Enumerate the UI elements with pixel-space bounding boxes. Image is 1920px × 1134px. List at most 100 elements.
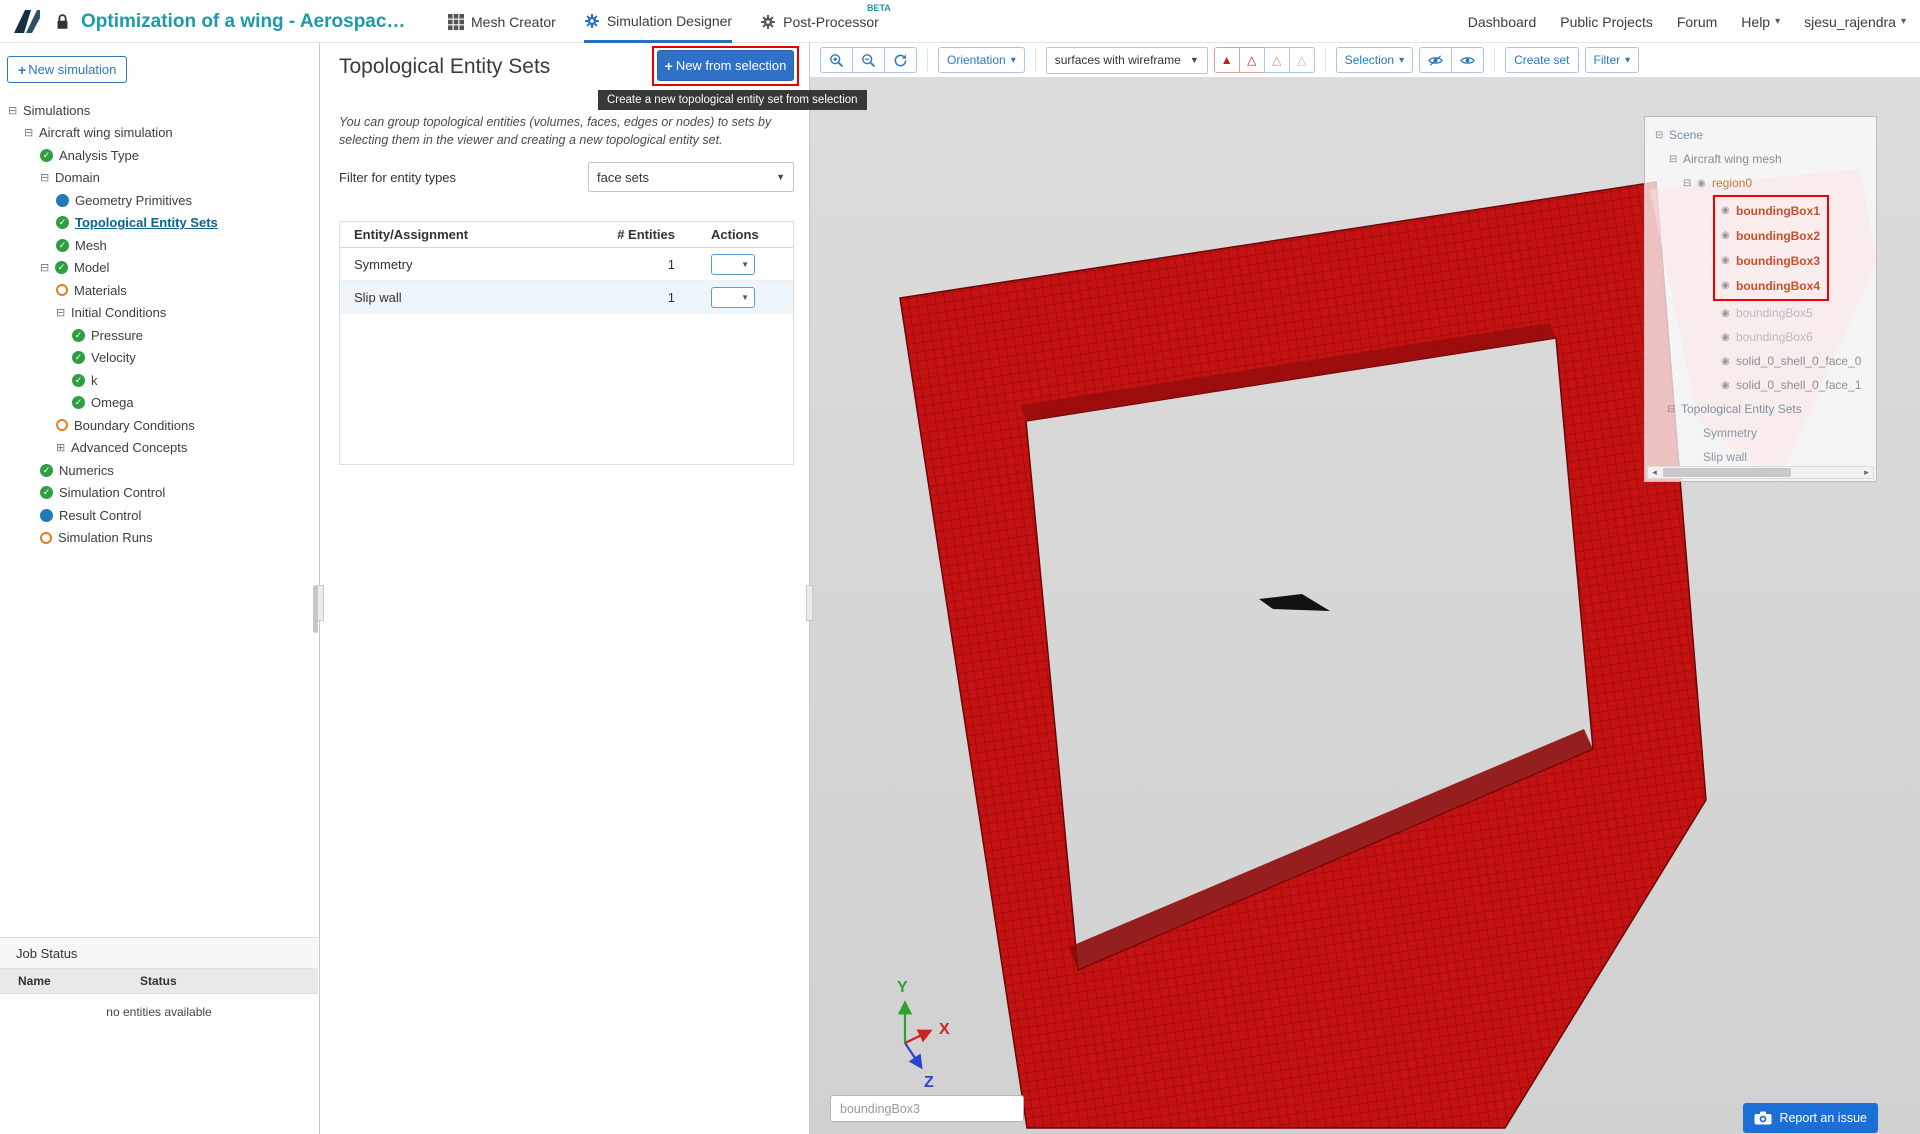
collapse-icon[interactable]: ⊟ — [1667, 404, 1681, 415]
sidebar-item-simulation-runs[interactable]: Simulation Runs — [0, 527, 313, 550]
orientation-menu-button[interactable]: Orientation▾ — [938, 47, 1025, 73]
project-title[interactable]: Optimization of a wing - Aerospac… — [81, 11, 405, 33]
filter-menu-button[interactable]: Filter▾ — [1585, 47, 1640, 73]
row-actions-select[interactable]: ▼ — [711, 254, 755, 275]
eye-icon[interactable]: ◉ — [1721, 255, 1736, 266]
nav-link-dashboard[interactable]: Dashboard — [1468, 14, 1537, 30]
eye-icon[interactable]: ◉ — [1721, 230, 1736, 241]
tab-mesh-creator[interactable]: Mesh Creator — [448, 0, 556, 43]
eye-icon[interactable]: ◉ — [1697, 178, 1712, 189]
eye-icon[interactable]: ◉ — [1721, 205, 1736, 216]
scene-item-face1[interactable]: ◉solid_0_shell_0_face_1 — [1645, 373, 1876, 397]
sidebar-item-aircraft-wing-simulation[interactable]: ⊟Aircraft wing simulation — [0, 122, 313, 145]
tab-simulation-designer[interactable]: Simulation Designer — [584, 0, 732, 43]
sidebar-item-velocity[interactable]: ✓Velocity — [0, 347, 313, 370]
zoom-in-button[interactable] — [820, 47, 853, 73]
eye-icon[interactable]: ◉ — [1721, 356, 1736, 367]
create-set-button[interactable]: Create set — [1505, 47, 1578, 73]
collapse-icon[interactable]: ⊟ — [56, 306, 71, 319]
show-selection-button[interactable] — [1451, 47, 1484, 73]
panel-resize-handle[interactable] — [806, 585, 813, 621]
scene-item-topological-entity-sets[interactable]: ⊟Topological Entity Sets — [1645, 397, 1876, 421]
sidebar-item-domain[interactable]: ⊟Domain — [0, 167, 313, 190]
scrollbar-thumb[interactable] — [1663, 468, 1791, 477]
scene-item-region0[interactable]: ⊟◉region0 — [1645, 171, 1876, 195]
selection-menu-button[interactable]: Selection▾ — [1336, 47, 1413, 73]
scene-item-boundingbox5[interactable]: ◉boundingBox5 — [1645, 301, 1876, 325]
entity-type-select[interactable]: face sets ▼ — [588, 162, 794, 192]
mesh-quality-3-button[interactable]: △ — [1264, 47, 1290, 73]
triangle-outline-icon: △ — [1247, 53, 1256, 67]
report-issue-button[interactable]: Report an issue — [1743, 1103, 1878, 1133]
table-row[interactable]: Symmetry 1 ▼ — [340, 248, 793, 281]
nav-user-menu[interactable]: sjesu_rajendra▾ — [1804, 14, 1906, 30]
entity-name-input[interactable] — [830, 1095, 1024, 1122]
scene-item-scene[interactable]: ⊟Scene — [1645, 123, 1876, 147]
collapse-icon[interactable]: ⊟ — [40, 171, 55, 184]
scene-item-boundingbox4[interactable]: ◉boundingBox4 — [1715, 273, 1827, 298]
sidebar-item-boundary-conditions[interactable]: Boundary Conditions — [0, 414, 313, 437]
table-row[interactable]: Slip wall 1 ▼ — [340, 281, 793, 314]
nav-help-menu[interactable]: Help▾ — [1741, 14, 1780, 30]
sidebar-item-result-control[interactable]: Result Control — [0, 504, 313, 527]
collapse-icon[interactable]: ⊟ — [1669, 154, 1683, 165]
nav-link-forum[interactable]: Forum — [1677, 14, 1717, 30]
tab-post-processor[interactable]: BETA Post-Processor — [760, 0, 879, 43]
hide-selection-button[interactable] — [1419, 47, 1452, 73]
scene-item-boundingbox2[interactable]: ◉boundingBox2 — [1715, 223, 1827, 248]
scene-item-symmetry[interactable]: Symmetry — [1645, 421, 1876, 445]
sidebar-item-initial-conditions[interactable]: ⊟Initial Conditions — [0, 302, 313, 325]
scene-item-boundingbox1[interactable]: ◉boundingBox1 — [1715, 198, 1827, 223]
render-mode-select[interactable]: surfaces with wireframe ▼ — [1046, 47, 1208, 74]
scroll-right-icon[interactable]: ▸ — [1860, 467, 1873, 478]
eye-icon[interactable]: ◉ — [1721, 308, 1736, 319]
scene-tree-scrollbar[interactable]: ◂ ▸ — [1647, 466, 1874, 479]
sidebar-item-topological-entity-sets[interactable]: ✓Topological Entity Sets — [0, 212, 313, 235]
scene-item-aircraft-wing-mesh[interactable]: ⊟Aircraft wing mesh — [1645, 147, 1876, 171]
scene-item-face0[interactable]: ◉solid_0_shell_0_face_0 — [1645, 349, 1876, 373]
reset-view-button[interactable] — [884, 47, 917, 73]
collapse-icon[interactable]: ⊟ — [40, 261, 55, 274]
sidebar-item-numerics[interactable]: ✓Numerics — [0, 459, 313, 482]
wing-geometry[interactable] — [1259, 594, 1330, 611]
simulation-tree-sidebar: + New simulation ⊟Simulations ⊟Aircraft … — [0, 43, 320, 1134]
collapse-icon[interactable]: ⊟ — [8, 104, 23, 117]
scroll-left-icon[interactable]: ◂ — [1648, 467, 1661, 478]
eye-icon[interactable]: ◉ — [1721, 280, 1736, 291]
eye-icon[interactable]: ◉ — [1721, 380, 1736, 391]
sidebar-item-simulation-control[interactable]: ✓Simulation Control — [0, 482, 313, 505]
simscale-logo-icon[interactable] — [10, 5, 44, 39]
scene-item-boundingbox6[interactable]: ◉boundingBox6 — [1645, 325, 1876, 349]
new-simulation-button[interactable]: + New simulation — [7, 56, 127, 83]
collapse-icon[interactable]: ⊟ — [24, 126, 39, 139]
sidebar-item-geometry-primitives[interactable]: Geometry Primitives — [0, 189, 313, 212]
status-pending-icon — [56, 284, 68, 296]
new-from-selection-button[interactable]: + New from selection — [657, 50, 794, 81]
mesh-quality-2-button[interactable]: △ — [1239, 47, 1265, 73]
expand-icon[interactable]: ⊞ — [56, 441, 71, 454]
sidebar-item-mesh[interactable]: ✓Mesh — [0, 234, 313, 257]
scene-item-boundingbox3[interactable]: ◉boundingBox3 — [1715, 248, 1827, 273]
sidebar-item-k[interactable]: ✓k — [0, 369, 313, 392]
viewport-3d[interactable]: Y X Z Report an issue ⊟Scene ⊟Aircraft w… — [810, 77, 1920, 1134]
sidebar-item-omega[interactable]: ✓Omega — [0, 392, 313, 415]
collapse-icon[interactable]: ⊟ — [1655, 130, 1669, 141]
mesh-quality-1-button[interactable]: ▲ — [1214, 47, 1240, 73]
nav-link-public-projects[interactable]: Public Projects — [1560, 14, 1653, 30]
sidebar-item-pressure[interactable]: ✓Pressure — [0, 324, 313, 347]
zoom-out-button[interactable] — [852, 47, 885, 73]
mesh-quality-4-button[interactable]: △ — [1289, 47, 1315, 73]
zoom-in-icon — [829, 53, 844, 68]
sidebar-item-model[interactable]: ⊟✓Model — [0, 257, 313, 280]
sidebar-item-simulations[interactable]: ⊟Simulations — [0, 99, 313, 122]
sidebar-resize-handle[interactable] — [317, 585, 324, 621]
eye-icon[interactable]: ◉ — [1721, 332, 1736, 343]
navbar-left: Optimization of a wing - Aerospac… — [10, 0, 405, 43]
sidebar-item-materials[interactable]: Materials — [0, 279, 313, 302]
bounding-box-frame-mesh[interactable] — [900, 182, 1706, 1128]
grid-icon — [448, 14, 464, 30]
collapse-icon[interactable]: ⊟ — [1683, 178, 1697, 189]
row-actions-select[interactable]: ▼ — [711, 287, 755, 308]
sidebar-item-analysis-type[interactable]: ✓Analysis Type — [0, 144, 313, 167]
sidebar-item-advanced-concepts[interactable]: ⊞Advanced Concepts — [0, 437, 313, 460]
